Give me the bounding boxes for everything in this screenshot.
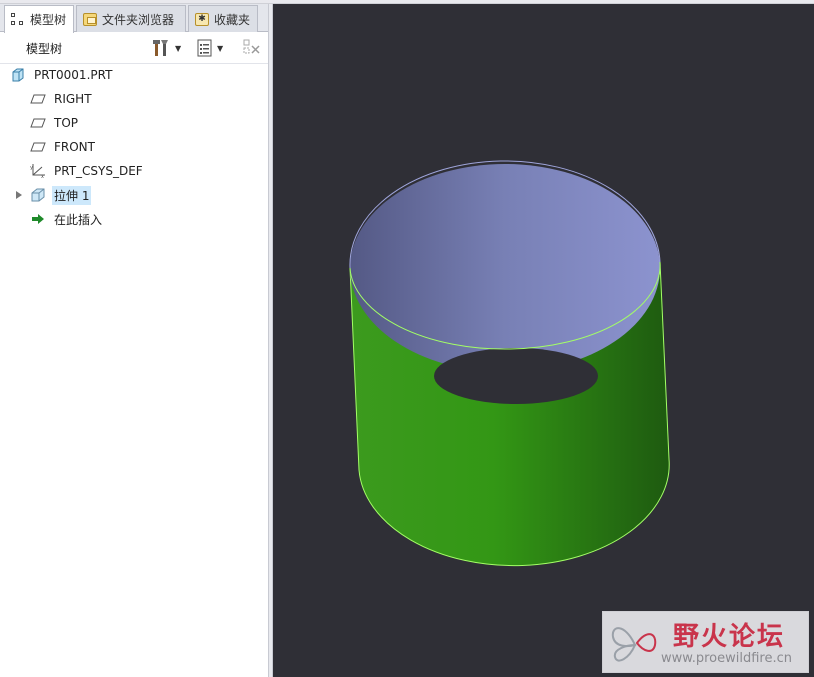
tree-item-csys[interactable]: yx PRT_CSYS_DEF <box>0 160 268 182</box>
folder-icon <box>83 12 97 26</box>
model-tree-toolbar: 模型树 ▼ ▼ <box>0 32 268 64</box>
tree-item-label: 拉伸 1 <box>52 185 92 205</box>
navigator-tabbar: 模型树 文件夹浏览器 ✱ 收藏夹 <box>0 4 268 33</box>
tab-model-tree[interactable]: 模型树 <box>4 5 74 33</box>
favorites-icon: ✱ <box>195 12 209 26</box>
show-dropdown-button[interactable]: ▼ <box>196 38 223 58</box>
tree-item-label: PRT0001.PRT <box>34 68 113 82</box>
chevron-down-icon: ▼ <box>217 43 224 53</box>
tab-label: 收藏夹 <box>214 12 251 27</box>
watermark-title: 野火论坛 <box>673 622 786 652</box>
tab-label: 文件夹浏览器 <box>102 12 175 27</box>
forum-watermark: 野火论坛 www.proewildfire.cn <box>602 611 809 673</box>
tree-settings-icon <box>153 40 168 56</box>
tree-item-label: RIGHT <box>54 92 92 106</box>
svg-text:y: y <box>30 165 33 171</box>
tab-label: 模型树 <box>30 13 67 27</box>
extrude-icon <box>30 187 46 203</box>
tree-item-right[interactable]: RIGHT <box>0 88 268 110</box>
svg-text:x: x <box>41 174 44 179</box>
part-icon <box>10 67 26 83</box>
butterfly-logo-icon <box>611 627 657 662</box>
graphics-viewport[interactable] <box>273 4 814 677</box>
tree-item-extrude[interactable]: 拉伸 1 <box>0 184 268 206</box>
watermark-url: www.proewildfire.cn <box>661 651 792 666</box>
filter-button[interactable] <box>242 38 262 58</box>
datum-plane-icon <box>30 139 46 155</box>
datum-plane-icon <box>30 115 46 131</box>
tree-item-top[interactable]: TOP <box>0 112 268 134</box>
tree-item-label: FRONT <box>54 140 95 154</box>
cylinder-model[interactable] <box>273 4 814 677</box>
show-columns-icon <box>197 39 212 57</box>
tree-item-label: PRT_CSYS_DEF <box>54 164 143 178</box>
filter-icon <box>243 39 260 54</box>
settings-dropdown-button[interactable]: ▼ <box>152 38 181 58</box>
tree-item-label: 在此插入 <box>54 212 103 227</box>
datum-plane-icon <box>30 91 46 107</box>
coordinate-system-icon: yx <box>30 163 46 179</box>
chevron-down-icon: ▼ <box>175 43 182 53</box>
model-tree-icon <box>11 13 25 26</box>
tree-item-front[interactable]: FRONT <box>0 136 268 158</box>
tree-item-insert-here[interactable]: 在此插入 <box>0 208 268 230</box>
tree-item-part[interactable]: PRT0001.PRT <box>0 64 268 86</box>
model-tree-panel: 模型树 文件夹浏览器 ✱ 收藏夹 模型树 ▼ ▼ PRT0001.PRT RIG… <box>0 4 268 677</box>
tab-folder-browser[interactable]: 文件夹浏览器 <box>76 5 186 32</box>
tree-item-label: TOP <box>54 116 79 130</box>
insert-here-arrow-icon <box>30 211 46 227</box>
expand-arrow-icon[interactable] <box>16 191 22 199</box>
toolbar-title: 模型树 <box>26 42 63 56</box>
tab-favorites[interactable]: ✱ 收藏夹 <box>188 5 258 32</box>
